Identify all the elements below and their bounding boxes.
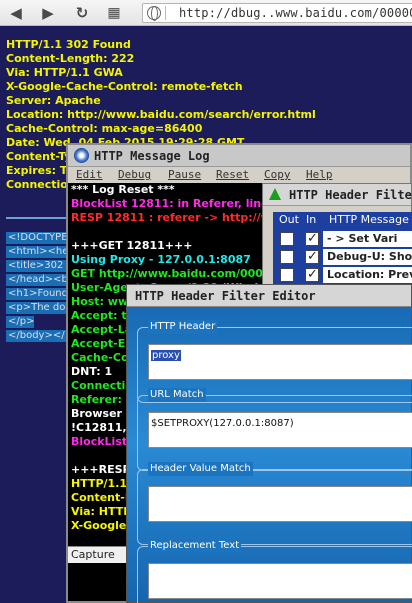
filter-row[interactable]: - > Set Vari — [273, 230, 412, 248]
source-line: <h1>Found — [6, 288, 66, 300]
log-line: !C12811, — [71, 421, 127, 434]
log-line: *** Log Reset *** — [71, 183, 175, 196]
out-checkbox[interactable] — [280, 250, 294, 264]
header-value-match-group: Header Value Match — [137, 462, 412, 545]
filter-row[interactable]: Debug-U: Show — [273, 248, 412, 266]
tabs-grid-icon[interactable]: ▦ — [104, 3, 124, 23]
source-line: <p>The doc — [6, 302, 66, 314]
filter-window-title: HTTP Header Filter — [289, 188, 412, 202]
http-header-value: proxy — [151, 350, 181, 361]
log-line: X-Google — [71, 519, 127, 532]
log-line: DNT: 1 — [71, 365, 113, 378]
header-value-match-field[interactable] — [148, 486, 412, 522]
log-line: GET http://www.baidu.com/0000 — [71, 267, 271, 280]
log-line: HTTP/1.1 — [71, 477, 128, 490]
response-line: HTTP/1.1 302 Found — [6, 38, 131, 51]
source-line: </p> — [6, 316, 34, 328]
response-line: Cache-Control: max-age=86400 — [6, 122, 203, 135]
log-line: Browser r — [71, 407, 132, 420]
reload-icon[interactable]: ↻ — [72, 3, 92, 23]
menu-debug[interactable]: Debug — [118, 167, 151, 183]
menu-copy[interactable]: Copy — [264, 167, 291, 183]
replacement-text-group: Replacement Text — [137, 539, 412, 603]
response-line: Location: http://www.baidu.com/search/er… — [6, 108, 316, 121]
source-line: </body></ — [6, 330, 66, 342]
log-line: Via: HTTP — [71, 505, 132, 518]
replacement-text-field[interactable] — [148, 563, 412, 599]
response-line: Content-Length: 222 — [6, 52, 135, 65]
menu-pause[interactable]: Pause — [168, 167, 201, 183]
response-line: Server: Apache — [6, 94, 101, 107]
log-line: Referer: h — [71, 393, 134, 406]
globe-icon — [147, 6, 161, 21]
in-checkbox[interactable] — [305, 266, 319, 284]
info-icon — [74, 148, 89, 163]
back-icon[interactable]: ◀ — [6, 3, 26, 23]
filter-row-text: Location: Prev — [323, 267, 412, 283]
log-line: Content-L — [71, 491, 132, 504]
url-text[interactable]: http://dbug..www.baidu.com/0000000 — [179, 4, 412, 22]
column-out: Out — [279, 213, 299, 226]
editor-window-titlebar[interactable]: HTTP Header Filter Editor — [127, 285, 411, 307]
filter-row-text: Debug-U: Show — [323, 249, 412, 265]
log-window-titlebar[interactable]: HTTP Message Log — [68, 145, 410, 167]
http-header-filter-editor-window: HTTP Header Filter Editor HTTP Header pr… — [126, 284, 412, 603]
response-line: X-Google-Cache-Control: remote-fetch — [6, 80, 243, 93]
in-checkbox[interactable] — [305, 230, 319, 248]
filter-row[interactable]: Location: Prev — [273, 266, 412, 284]
log-line: +++GET 12811+++ — [71, 239, 193, 252]
column-in: In — [306, 213, 317, 226]
address-bar[interactable]: http://dbug..www.baidu.com/0000000 — [142, 3, 412, 23]
response-line: Content-Ty — [6, 150, 72, 163]
log-menubar: Edit Debug Pause Reset Copy Help — [68, 167, 410, 183]
log-window-title: HTTP Message Log — [94, 149, 210, 163]
browser-toolbar: ◀ ▶ ↻ ▦ http://dbug..www.baidu.com/00000… — [0, 0, 412, 26]
filter-window-titlebar[interactable]: HTTP Header Filter — [263, 184, 412, 206]
log-line: Accept-En — [71, 337, 134, 350]
menu-edit[interactable]: Edit — [76, 167, 103, 183]
header-value-match-label: Header Value Match — [148, 462, 253, 476]
log-line: BlockList 12811: in Referer, line 8 — [71, 197, 281, 210]
filter-row-text: - > Set Vari — [323, 231, 412, 247]
address-divider — [165, 6, 166, 20]
replacement-text-label: Replacement Text — [148, 539, 242, 553]
http-header-field[interactable]: proxy — [148, 344, 412, 380]
out-checkbox[interactable] — [280, 268, 294, 282]
out-checkbox[interactable] — [280, 232, 294, 246]
source-line: <html><he — [6, 246, 66, 258]
url-match-group: URL Match $SETPROXY(127.0.0.1:8087) — [137, 388, 412, 471]
log-line: Accept: t — [71, 309, 127, 322]
log-line: Using Proxy - 127.0.0.1:8087 — [71, 253, 251, 266]
log-line: +++RESP — [71, 463, 131, 476]
editor-window-title: HTTP Header Filter Editor — [135, 289, 316, 303]
source-line: <!DOCTYPE — [6, 232, 66, 244]
url-match-field[interactable]: $SETPROXY(127.0.0.1:8087) — [148, 412, 412, 448]
response-line: Via: HTTP/1.1 GWA — [6, 66, 123, 79]
log-line: BlockList — [71, 435, 128, 448]
column-message-header: HTTP Message H — [329, 213, 412, 226]
log-line: Accept-La — [71, 323, 133, 336]
url-match-label: URL Match — [148, 388, 206, 402]
menu-reset[interactable]: Reset — [216, 167, 249, 183]
horizontal-rule — [6, 217, 68, 219]
source-line: </head><b — [6, 274, 66, 286]
source-line: <title>302 F — [6, 260, 66, 272]
log-line: RESP 12811 : referer -> http://ww — [71, 211, 281, 224]
forward-icon[interactable]: ▶ — [38, 3, 58, 23]
filter-list-header: Out In HTTP Message H — [273, 212, 412, 228]
menu-help[interactable]: Help — [306, 167, 333, 183]
log-line: Cache-Co — [71, 351, 129, 364]
http-header-label: HTTP Header — [148, 320, 218, 334]
in-checkbox[interactable] — [305, 248, 319, 266]
response-line: Expires: Th — [6, 164, 76, 177]
triangle-up-icon — [269, 188, 281, 200]
